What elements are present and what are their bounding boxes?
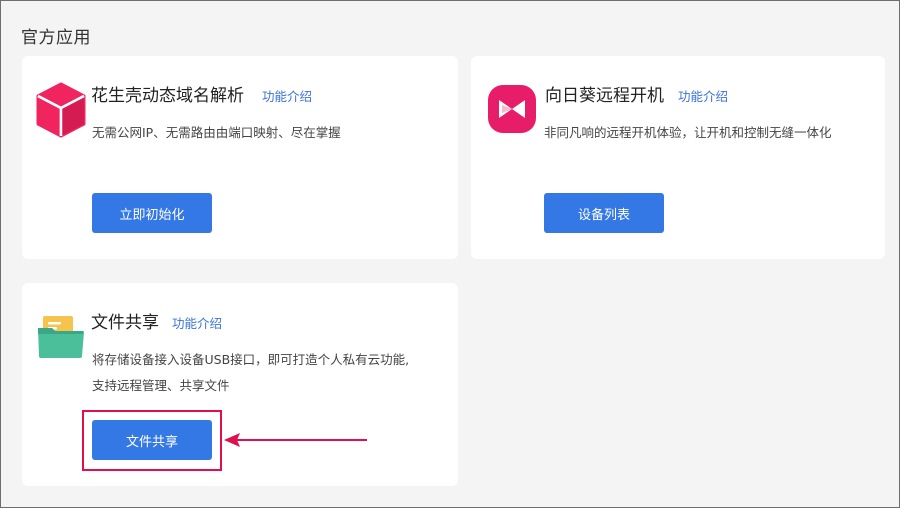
app-name: 向日葵远程开机	[545, 86, 664, 106]
app-description: 无需公网IP、无需路由由端口映射、尽在掌握	[92, 125, 341, 140]
annotation-arrow-icon	[224, 433, 367, 447]
cube-icon	[36, 82, 86, 138]
app-card-oray: 花生壳动态域名解析 功能介绍 无需公网IP、无需路由由端口映射、尽在掌握 立即初…	[22, 56, 458, 259]
app-card-sunlogin: 向日葵远程开机 功能介绍 非同凡响的远程开机体验，让开机和控制无缝一体化 设备列…	[471, 56, 885, 259]
app-description: 将存储设备接入设备USB接口，即可打造个人私有云功能, 支持远程管理、共享文件	[92, 347, 452, 399]
app-name: 文件共享	[91, 313, 159, 333]
initialize-button[interactable]: 立即初始化	[92, 193, 212, 233]
folder-icon	[38, 316, 84, 358]
highlight-box	[82, 410, 222, 471]
device-list-button[interactable]: 设备列表	[544, 193, 664, 233]
sunflower-icon	[488, 85, 536, 133]
section-title: 官方应用	[21, 28, 91, 48]
app-name: 花生壳动态域名解析	[91, 86, 244, 106]
description-line: 将存储设备接入设备USB接口，即可打造个人私有云功能,	[92, 352, 410, 367]
app-description: 非同凡响的远程开机体验，让开机和控制无缝一体化	[544, 125, 832, 140]
feature-intro-link[interactable]: 功能介绍	[678, 86, 728, 105]
feature-intro-link[interactable]: 功能介绍	[262, 86, 312, 105]
description-line: 支持远程管理、共享文件	[92, 378, 230, 393]
feature-intro-link[interactable]: 功能介绍	[172, 313, 222, 332]
